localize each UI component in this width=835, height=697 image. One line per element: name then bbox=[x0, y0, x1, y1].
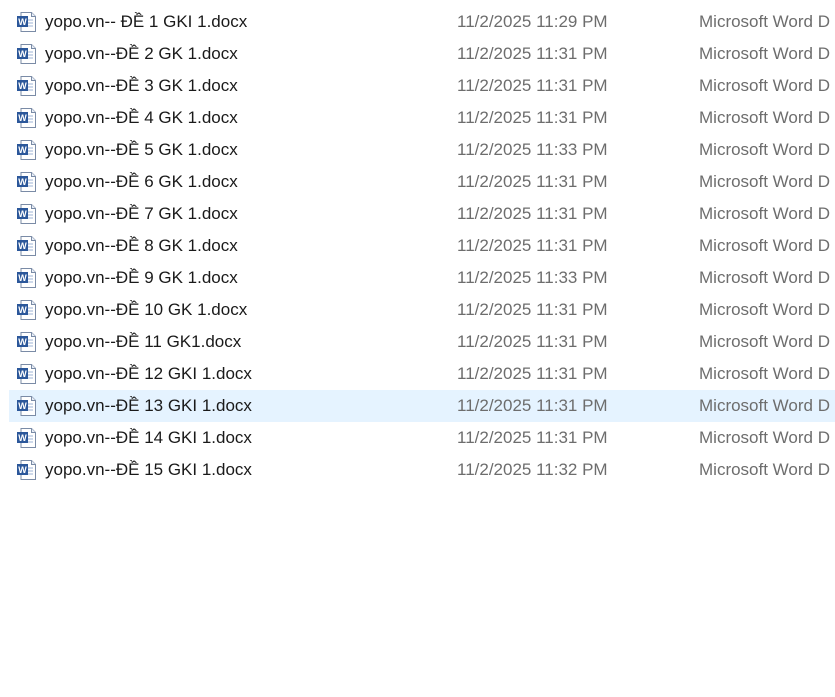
file-row[interactable]: W yopo.vn--ĐỀ 14 GKI 1.docx 11/2/2025 11… bbox=[9, 422, 835, 454]
file-list: W yopo.vn-- ĐỀ 1 GKI 1.docx 11/2/2025 11… bbox=[0, 0, 835, 697]
file-date-modified: 11/2/2025 11:29 PM bbox=[457, 12, 608, 31]
file-date-modified: 11/2/2025 11:31 PM bbox=[457, 172, 608, 191]
file-name: yopo.vn--ĐỀ 12 GKI 1.docx bbox=[45, 364, 252, 383]
word-document-icon: W bbox=[16, 267, 38, 289]
svg-text:W: W bbox=[18, 49, 27, 59]
file-row[interactable]: W yopo.vn--ĐỀ 4 GK 1.docx 11/2/2025 11:3… bbox=[9, 102, 835, 134]
file-date-modified: 11/2/2025 11:33 PM bbox=[457, 140, 608, 159]
file-date-modified: 11/2/2025 11:31 PM bbox=[457, 300, 608, 319]
file-name: yopo.vn--ĐỀ 13 GKI 1.docx bbox=[45, 396, 252, 415]
svg-text:W: W bbox=[18, 81, 27, 91]
file-row[interactable]: W yopo.vn--ĐỀ 3 GK 1.docx 11/2/2025 11:3… bbox=[9, 70, 835, 102]
word-document-icon: W bbox=[16, 139, 38, 161]
file-name: yopo.vn--ĐỀ 7 GK 1.docx bbox=[45, 204, 238, 223]
word-document-icon: W bbox=[16, 427, 38, 449]
word-document-icon: W bbox=[16, 203, 38, 225]
file-row[interactable]: W yopo.vn--ĐỀ 9 GK 1.docx 11/2/2025 11:3… bbox=[9, 262, 835, 294]
file-date-modified: 11/2/2025 11:33 PM bbox=[457, 268, 608, 287]
svg-text:W: W bbox=[18, 113, 27, 123]
file-type: Microsoft Word D bbox=[699, 460, 830, 479]
file-name: yopo.vn--ĐỀ 4 GK 1.docx bbox=[45, 108, 238, 127]
file-type: Microsoft Word D bbox=[699, 300, 830, 319]
file-type: Microsoft Word D bbox=[699, 140, 830, 159]
file-row[interactable]: W yopo.vn-- ĐỀ 1 GKI 1.docx 11/2/2025 11… bbox=[9, 6, 835, 38]
file-date-modified: 11/2/2025 11:31 PM bbox=[457, 204, 608, 223]
file-name: yopo.vn--ĐỀ 6 GK 1.docx bbox=[45, 172, 238, 191]
file-row[interactable]: W yopo.vn--ĐỀ 5 GK 1.docx 11/2/2025 11:3… bbox=[9, 134, 835, 166]
word-document-icon: W bbox=[16, 299, 38, 321]
word-document-icon: W bbox=[16, 331, 38, 353]
file-type: Microsoft Word D bbox=[699, 44, 830, 63]
file-type: Microsoft Word D bbox=[699, 268, 830, 287]
file-date-modified: 11/2/2025 11:31 PM bbox=[457, 236, 608, 255]
svg-text:W: W bbox=[18, 433, 27, 443]
file-name: yopo.vn-- ĐỀ 1 GKI 1.docx bbox=[45, 12, 248, 31]
file-name: yopo.vn--ĐỀ 15 GKI 1.docx bbox=[45, 460, 252, 479]
svg-text:W: W bbox=[18, 145, 27, 155]
file-date-modified: 11/2/2025 11:31 PM bbox=[457, 428, 608, 447]
file-type: Microsoft Word D bbox=[699, 428, 830, 447]
svg-text:W: W bbox=[18, 401, 27, 411]
file-type: Microsoft Word D bbox=[699, 12, 830, 31]
svg-text:W: W bbox=[18, 17, 27, 27]
word-document-icon: W bbox=[16, 395, 38, 417]
word-document-icon: W bbox=[16, 235, 38, 257]
svg-text:W: W bbox=[18, 305, 27, 315]
file-name: yopo.vn--ĐỀ 3 GK 1.docx bbox=[45, 76, 238, 95]
file-date-modified: 11/2/2025 11:31 PM bbox=[457, 332, 608, 351]
file-type: Microsoft Word D bbox=[699, 396, 830, 415]
file-row[interactable]: W yopo.vn--ĐỀ 12 GKI 1.docx 11/2/2025 11… bbox=[9, 358, 835, 390]
word-document-icon: W bbox=[16, 171, 38, 193]
file-type: Microsoft Word D bbox=[699, 172, 830, 191]
file-type: Microsoft Word D bbox=[699, 364, 830, 383]
file-type: Microsoft Word D bbox=[699, 76, 830, 95]
word-document-icon: W bbox=[16, 107, 38, 129]
file-name: yopo.vn--ĐỀ 8 GK 1.docx bbox=[45, 236, 238, 255]
file-name: yopo.vn--ĐỀ 11 GK1.docx bbox=[45, 332, 242, 351]
svg-text:W: W bbox=[18, 209, 27, 219]
file-date-modified: 11/2/2025 11:31 PM bbox=[457, 44, 608, 63]
word-document-icon: W bbox=[16, 11, 38, 33]
file-type: Microsoft Word D bbox=[699, 108, 830, 127]
file-date-modified: 11/2/2025 11:31 PM bbox=[457, 396, 608, 415]
file-date-modified: 11/2/2025 11:31 PM bbox=[457, 108, 608, 127]
file-row[interactable]: W yopo.vn--ĐỀ 11 GK1.docx 11/2/2025 11:3… bbox=[9, 326, 835, 358]
file-row[interactable]: W yopo.vn--ĐỀ 2 GK 1.docx 11/2/2025 11:3… bbox=[9, 38, 835, 70]
svg-text:W: W bbox=[18, 177, 27, 187]
file-name: yopo.vn--ĐỀ 14 GKI 1.docx bbox=[45, 428, 252, 447]
svg-text:W: W bbox=[18, 337, 27, 347]
file-date-modified: 11/2/2025 11:32 PM bbox=[457, 460, 608, 479]
file-row[interactable]: W yopo.vn--ĐỀ 7 GK 1.docx 11/2/2025 11:3… bbox=[9, 198, 835, 230]
file-row[interactable]: W yopo.vn--ĐỀ 8 GK 1.docx 11/2/2025 11:3… bbox=[9, 230, 835, 262]
svg-text:W: W bbox=[18, 241, 27, 251]
file-name: yopo.vn--ĐỀ 9 GK 1.docx bbox=[45, 268, 238, 287]
file-row[interactable]: W yopo.vn--ĐỀ 6 GK 1.docx 11/2/2025 11:3… bbox=[9, 166, 835, 198]
svg-text:W: W bbox=[18, 369, 27, 379]
file-name: yopo.vn--ĐỀ 10 GK 1.docx bbox=[45, 300, 248, 319]
file-date-modified: 11/2/2025 11:31 PM bbox=[457, 364, 608, 383]
file-name: yopo.vn--ĐỀ 2 GK 1.docx bbox=[45, 44, 238, 63]
word-document-icon: W bbox=[16, 363, 38, 385]
word-document-icon: W bbox=[16, 43, 38, 65]
file-name: yopo.vn--ĐỀ 5 GK 1.docx bbox=[45, 140, 238, 159]
file-date-modified: 11/2/2025 11:31 PM bbox=[457, 76, 608, 95]
word-document-icon: W bbox=[16, 459, 38, 481]
file-row[interactable]: W yopo.vn--ĐỀ 13 GKI 1.docx 11/2/2025 11… bbox=[9, 390, 835, 422]
file-type: Microsoft Word D bbox=[699, 204, 830, 223]
file-type: Microsoft Word D bbox=[699, 332, 830, 351]
svg-text:W: W bbox=[18, 273, 27, 283]
file-type: Microsoft Word D bbox=[699, 236, 830, 255]
file-row[interactable]: W yopo.vn--ĐỀ 10 GK 1.docx 11/2/2025 11:… bbox=[9, 294, 835, 326]
file-row[interactable]: W yopo.vn--ĐỀ 15 GKI 1.docx 11/2/2025 11… bbox=[9, 454, 835, 486]
word-document-icon: W bbox=[16, 75, 38, 97]
svg-text:W: W bbox=[18, 465, 27, 475]
